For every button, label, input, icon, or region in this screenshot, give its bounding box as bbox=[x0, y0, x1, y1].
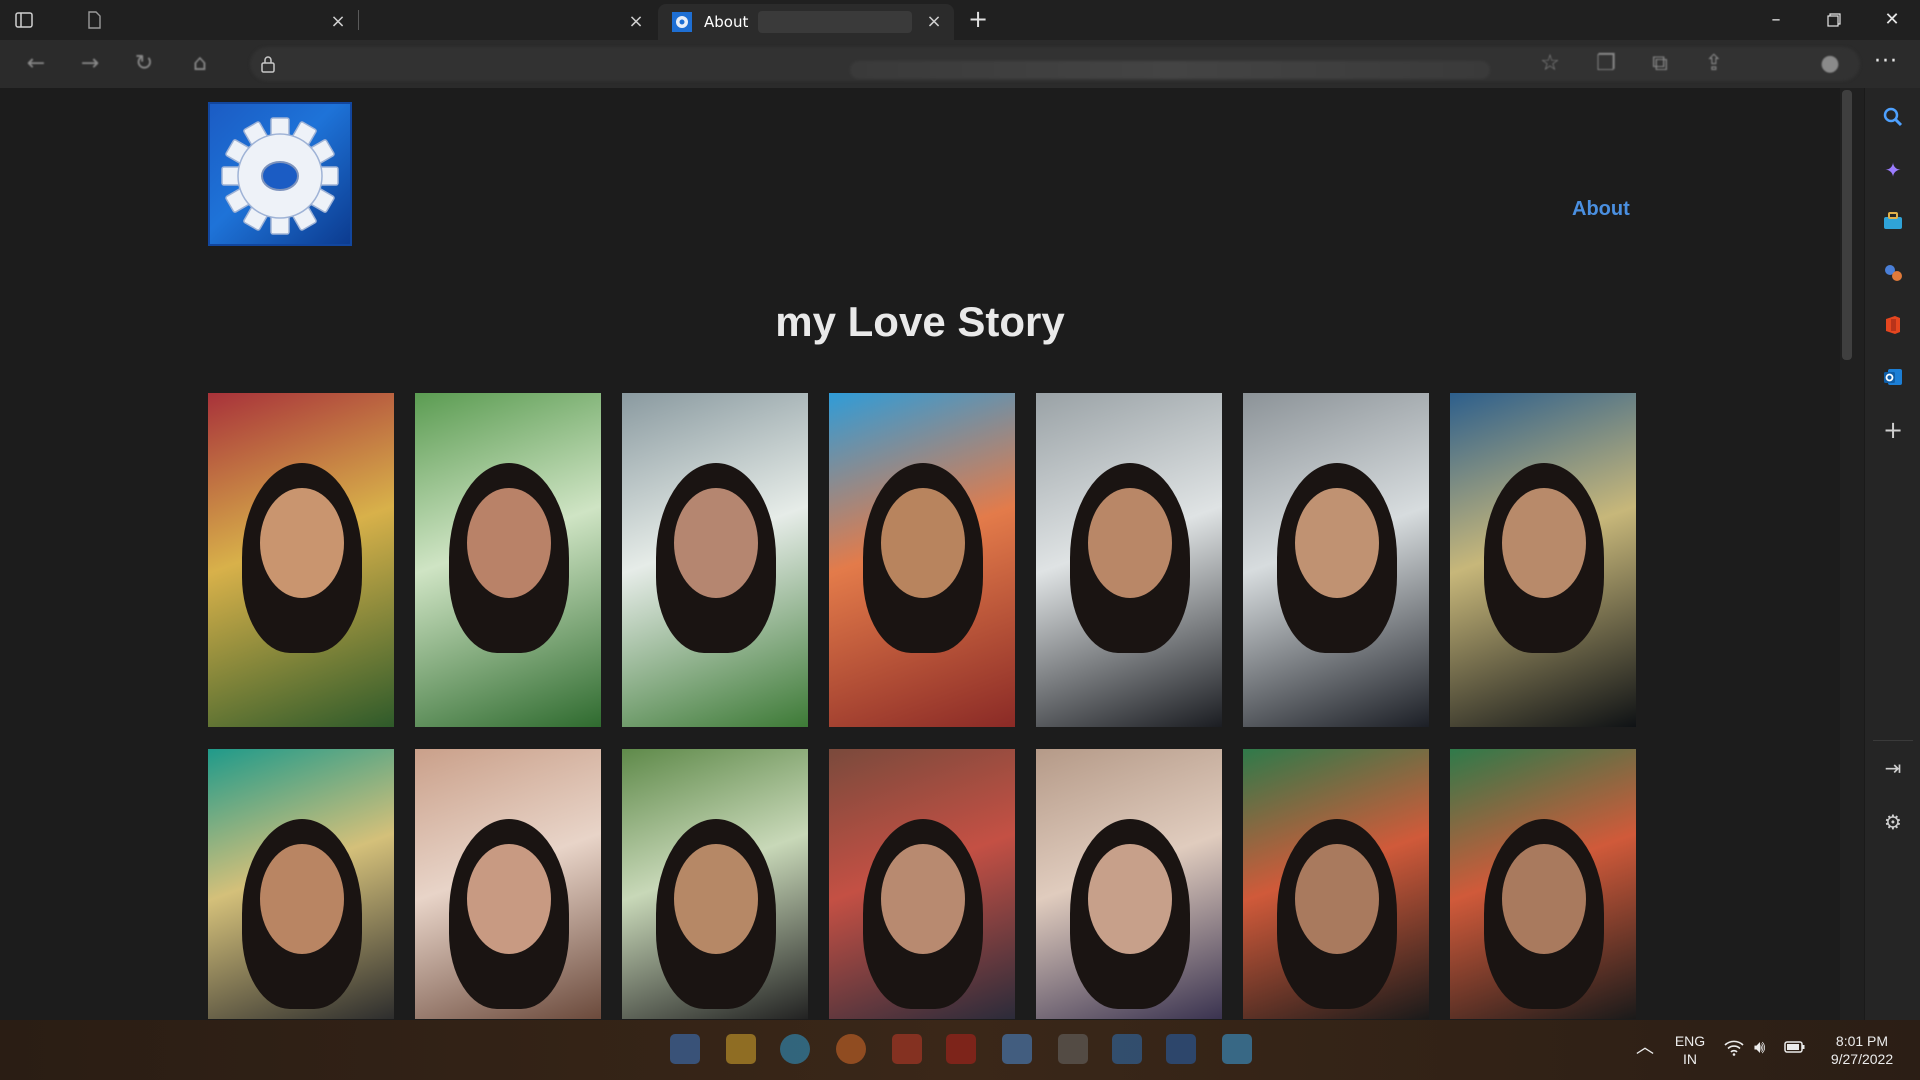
edge-taskbar-icon[interactable] bbox=[780, 1034, 810, 1064]
language-indicator[interactable]: ENG IN bbox=[1672, 1032, 1708, 1068]
app-icon-8[interactable] bbox=[1222, 1034, 1252, 1064]
outlook-icon[interactable] bbox=[1881, 366, 1905, 390]
gallery-photo[interactable] bbox=[829, 393, 1015, 727]
gallery-photo[interactable] bbox=[1450, 749, 1636, 1019]
photo-face-shape bbox=[674, 844, 758, 954]
edge-sidebar: ✦ + ⇥ ⚙ bbox=[1864, 88, 1920, 1020]
app-icon-1[interactable] bbox=[836, 1034, 866, 1064]
wifi-icon[interactable] bbox=[1724, 1040, 1744, 1060]
hide-sidebar-icon[interactable]: ⇥ bbox=[1881, 756, 1905, 780]
tab-1-close-icon[interactable]: × bbox=[328, 12, 348, 32]
start-icon[interactable] bbox=[670, 1034, 700, 1064]
gallery-photo[interactable] bbox=[1036, 749, 1222, 1019]
gear-favicon-icon bbox=[672, 12, 692, 32]
app-icon-3[interactable] bbox=[946, 1034, 976, 1064]
address-text-redacted bbox=[850, 61, 1490, 79]
new-tab-button[interactable]: + bbox=[966, 7, 990, 32]
profile-avatar[interactable]: ● bbox=[1816, 50, 1844, 78]
tab-actions-icon[interactable] bbox=[14, 10, 34, 30]
scrollbar-thumb[interactable] bbox=[1842, 90, 1852, 360]
toolbox-icon[interactable] bbox=[1881, 210, 1905, 234]
app-icon-5[interactable] bbox=[1058, 1034, 1088, 1064]
gallery-photo[interactable] bbox=[415, 749, 601, 1019]
lock-icon[interactable] bbox=[254, 50, 282, 78]
search-icon[interactable] bbox=[1881, 106, 1905, 130]
file-explorer-icon[interactable] bbox=[726, 1034, 756, 1064]
clock[interactable]: 8:01 PM 9/27/2022 bbox=[1822, 1032, 1902, 1068]
sparkle-icon[interactable]: ✦ bbox=[1881, 158, 1905, 182]
clock-time: 8:01 PM bbox=[1835, 1033, 1889, 1049]
tab-actions bbox=[14, 8, 104, 32]
photo-face-shape bbox=[1295, 488, 1379, 598]
games-icon[interactable] bbox=[1881, 262, 1905, 286]
gallery-photo[interactable] bbox=[415, 393, 601, 727]
gear-icon[interactable]: ⚙ bbox=[1881, 810, 1905, 834]
photo-face-shape bbox=[1502, 844, 1586, 954]
favorites-icon[interactable]: ☆ bbox=[1536, 50, 1564, 78]
photo-face-shape bbox=[467, 844, 551, 954]
app-icon-4[interactable] bbox=[1002, 1034, 1032, 1064]
gallery-photo[interactable] bbox=[208, 749, 394, 1019]
gallery-photo[interactable] bbox=[1036, 393, 1222, 727]
photo-face-shape bbox=[881, 488, 965, 598]
photo-face-shape bbox=[674, 488, 758, 598]
page-viewport: About my Love Story bbox=[0, 88, 1840, 1020]
app-icon-6[interactable] bbox=[1112, 1034, 1142, 1064]
gallery-photo[interactable] bbox=[829, 749, 1015, 1019]
photo-face-shape bbox=[1088, 844, 1172, 954]
photo-gallery bbox=[208, 393, 1636, 1019]
home-icon[interactable]: ⌂ bbox=[186, 50, 214, 78]
nav-about-link[interactable]: About bbox=[1572, 198, 1630, 221]
photo-face-shape bbox=[1088, 488, 1172, 598]
language-secondary: IN bbox=[1683, 1051, 1697, 1067]
tab-bar: × × About × + – ✕ bbox=[0, 0, 1920, 40]
site-logo[interactable] bbox=[208, 102, 352, 246]
minimize-icon[interactable]: – bbox=[1762, 6, 1790, 34]
browser-toolbar bbox=[0, 40, 1920, 88]
tab-about-label: About bbox=[704, 13, 749, 31]
volume-icon[interactable]: 🔊︎ bbox=[1754, 1038, 1765, 1056]
app-icon-2[interactable] bbox=[892, 1034, 922, 1064]
tab-2[interactable]: × bbox=[360, 4, 656, 40]
refresh-icon[interactable]: ↻ bbox=[130, 50, 158, 78]
gallery-photo[interactable] bbox=[1450, 393, 1636, 727]
gallery-photo[interactable] bbox=[622, 393, 808, 727]
add-icon[interactable]: + bbox=[1881, 418, 1905, 442]
forward-icon[interactable]: → bbox=[76, 50, 104, 78]
tab-divider bbox=[358, 10, 359, 30]
tab-redaction bbox=[758, 11, 912, 33]
gear-icon bbox=[221, 117, 339, 235]
tab-about[interactable]: About × bbox=[658, 4, 954, 40]
photo-face-shape bbox=[260, 488, 344, 598]
sidebar-divider bbox=[1873, 740, 1913, 741]
tab-about-close-icon[interactable]: × bbox=[924, 12, 944, 32]
close-window-icon[interactable]: ✕ bbox=[1878, 6, 1906, 34]
page-title: my Love Story bbox=[775, 298, 1065, 345]
share-icon[interactable]: ⇪ bbox=[1700, 50, 1728, 78]
tray-chevron-icon[interactable]: ︿ bbox=[1636, 1038, 1654, 1056]
gallery-photo[interactable] bbox=[1243, 393, 1429, 727]
back-icon[interactable]: ← bbox=[22, 50, 50, 78]
clock-date: 9/27/2022 bbox=[1830, 1051, 1894, 1067]
app-icon-7[interactable] bbox=[1166, 1034, 1196, 1064]
extensions-icon[interactable]: ⧉ bbox=[1646, 50, 1674, 78]
photo-face-shape bbox=[260, 844, 344, 954]
tab-2-close-icon[interactable]: × bbox=[626, 12, 646, 32]
collections-icon[interactable]: ❐ bbox=[1592, 50, 1620, 78]
settings-menu-icon[interactable]: ··· bbox=[1872, 50, 1900, 78]
office-icon[interactable] bbox=[1881, 314, 1905, 338]
gallery-photo[interactable] bbox=[1243, 749, 1429, 1019]
photo-face-shape bbox=[1295, 844, 1379, 954]
language-primary: ENG bbox=[1674, 1033, 1706, 1049]
photo-face-shape bbox=[467, 488, 551, 598]
taskbar: ︿ ENG IN 🔊︎ 8:01 PM 9/27/2022 bbox=[0, 1020, 1920, 1080]
gallery-photo[interactable] bbox=[622, 749, 808, 1019]
tab-1[interactable]: × bbox=[100, 4, 358, 40]
photo-face-shape bbox=[1502, 488, 1586, 598]
photo-face-shape bbox=[881, 844, 965, 954]
battery-icon[interactable] bbox=[1784, 1040, 1806, 1058]
gallery-photo[interactable] bbox=[208, 393, 394, 727]
restore-icon[interactable] bbox=[1820, 6, 1848, 34]
